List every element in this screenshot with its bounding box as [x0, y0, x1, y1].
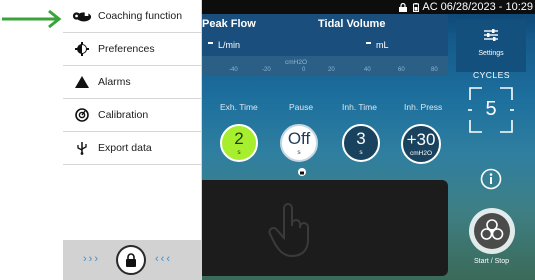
pause-value: Off	[287, 129, 311, 148]
inh-press-unit: cmH2O	[409, 150, 433, 157]
settings-label: Settings	[478, 50, 504, 57]
scale-tick: 40	[364, 67, 371, 73]
ventilator-screen: AC 06/28/2023 - 10:29 Peak Flow Tidal Vo…	[202, 0, 535, 280]
tidal-volume-value	[366, 42, 371, 44]
power-source: AC	[422, 1, 438, 13]
start-stop-button[interactable]	[468, 207, 516, 255]
scale-tick: -20	[262, 67, 271, 73]
pause-label: Pause	[289, 102, 314, 112]
settings-button[interactable]: Settings	[456, 20, 526, 72]
inh-time-value: 3	[356, 129, 366, 148]
inh-press-label: Inh. Press	[404, 102, 443, 112]
inh-time-control[interactable]: 3 s	[342, 124, 380, 162]
menu-item-calibration[interactable]: Calibration	[63, 99, 202, 132]
cycles-counter[interactable]: 5	[468, 86, 514, 134]
inh-press-value: +30	[406, 130, 436, 149]
pause-unit: s	[297, 149, 301, 156]
scale-tick: -40	[229, 67, 238, 73]
menu-item-label: Coaching function	[98, 10, 183, 22]
alarm-triangle-icon	[72, 72, 92, 92]
start-stop-label: Start / Stop	[473, 258, 510, 265]
tidal-volume-unit: mL	[376, 40, 389, 50]
exh-time-label: Exh. Time	[220, 102, 258, 112]
coaching-icon	[72, 6, 92, 26]
menu-item-export-data[interactable]: Export data	[63, 132, 202, 165]
menu-item-preferences[interactable]: Preferences	[63, 33, 202, 66]
menu-item-label: Calibration	[98, 109, 149, 121]
hand-tap-icon	[268, 203, 309, 258]
pause-lock-icon	[298, 168, 306, 176]
lock-status-icon	[399, 2, 408, 12]
calibration-icon	[72, 105, 92, 125]
inh-time-unit: s	[359, 149, 363, 156]
cycles-value: 5	[485, 98, 497, 120]
chevron-left-icon: ‹‹‹	[155, 253, 172, 265]
menu-item-alarms[interactable]: Alarms	[63, 66, 202, 99]
peak-flow-label: Peak Flow	[202, 18, 256, 30]
menu-lock-bar: ››› ‹‹‹	[63, 240, 202, 280]
datetime: 06/28/2023 - 10:29	[440, 1, 533, 13]
scale-tick: 60	[398, 67, 405, 73]
menu-item-label: Alarms	[98, 76, 131, 88]
exh-time-control[interactable]: 2 s	[220, 124, 258, 162]
sliders-icon	[484, 29, 498, 41]
menu-item-label: Export data	[98, 142, 152, 154]
tidal-volume-label: Tidal Volume	[318, 18, 386, 30]
side-menu: Coaching function Preferences Alarms Cal…	[63, 0, 202, 280]
scale-tick: 0	[302, 67, 306, 73]
pressure-scale: cmH2O -40 -20 0 20 40 60 80	[202, 56, 448, 76]
battery-icon	[413, 2, 420, 12]
cycles-label: CYCLES	[472, 70, 510, 80]
menu-item-label: Preferences	[98, 43, 155, 55]
menu-item-coaching-function[interactable]: Coaching function	[63, 0, 202, 33]
status-bar: AC 06/28/2023 - 10:29	[202, 0, 535, 14]
scale-tick: 20	[328, 67, 335, 73]
pointer-arrow-icon	[2, 9, 62, 29]
exh-time-value: 2	[234, 129, 244, 148]
right-controls: Settings CYCLES 5 Start / Stop	[448, 14, 535, 280]
preferences-icon	[72, 39, 92, 59]
peak-flow-value	[208, 42, 213, 44]
usb-icon	[72, 138, 92, 158]
inh-time-label: Inh. Time	[342, 102, 377, 112]
lock-button[interactable]	[116, 245, 146, 275]
scale-tick: 80	[431, 67, 438, 73]
chevron-right-icon: ›››	[83, 253, 100, 265]
control-labels: Exh. Time Pause Inh. Time Inh. Press	[202, 102, 448, 114]
inh-press-control[interactable]: +30 cmH2O	[401, 124, 441, 164]
info-icon[interactable]	[480, 168, 502, 190]
pressure-scale-unit: cmH2O	[285, 59, 308, 66]
exh-time-unit: s	[237, 149, 241, 156]
measurements-panel: Peak Flow Tidal Volume L/min mL	[202, 14, 448, 56]
peak-flow-unit: L/min	[218, 40, 241, 50]
coaching-panel	[202, 180, 448, 276]
lock-icon	[126, 253, 136, 267]
pause-control[interactable]: Off s	[280, 124, 318, 162]
